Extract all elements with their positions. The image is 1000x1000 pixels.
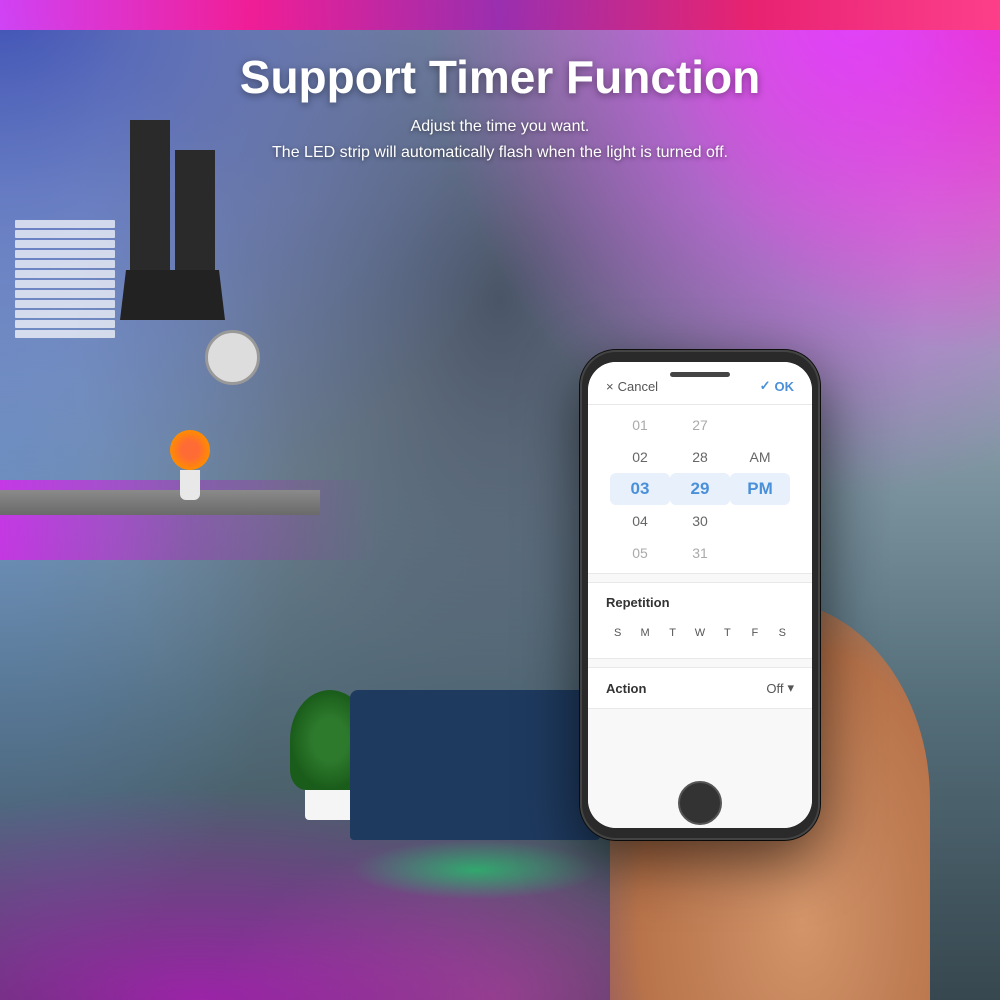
app-header: × Cancel ✓ OK bbox=[588, 362, 812, 405]
phone-speaker bbox=[670, 372, 730, 377]
ampm-item bbox=[730, 537, 790, 569]
blind-slat bbox=[15, 300, 115, 308]
day-friday[interactable]: F bbox=[743, 620, 766, 646]
kitchen-counter bbox=[0, 490, 320, 515]
repetition-section: Repetition S M T W T F S bbox=[588, 582, 812, 659]
day-saturday[interactable]: S bbox=[771, 620, 794, 646]
minute-selected: 29 bbox=[670, 473, 730, 505]
day-thursday[interactable]: T bbox=[716, 620, 739, 646]
hour-item: 02 bbox=[610, 441, 670, 473]
minute-item: 28 bbox=[670, 441, 730, 473]
lamp-shade-right bbox=[165, 270, 225, 320]
blind-slat bbox=[15, 220, 115, 228]
top-text-overlay: Support Timer Function Adjust the time y… bbox=[0, 50, 1000, 165]
flower-decoration bbox=[170, 430, 210, 500]
blind-slat bbox=[15, 290, 115, 298]
time-picker-row: 01 02 03 04 05 27 28 29 30 31 bbox=[588, 409, 812, 569]
app-interface: × Cancel ✓ OK 01 02 03 bbox=[588, 362, 812, 828]
pendant-light-right bbox=[175, 150, 215, 320]
action-chevron-icon: ▾ bbox=[787, 680, 794, 696]
page-title: Support Timer Function bbox=[0, 50, 1000, 104]
phone-mockup: × Cancel ✓ OK 01 02 03 bbox=[560, 320, 900, 1000]
hour-item: 05 bbox=[610, 537, 670, 569]
day-sunday[interactable]: S bbox=[606, 620, 629, 646]
phone-shell: × Cancel ✓ OK 01 02 03 bbox=[580, 350, 820, 840]
action-value-group: Off ▾ bbox=[766, 680, 794, 696]
blind-slat bbox=[15, 280, 115, 288]
subtitle-line1: Adjust the time you want. bbox=[411, 118, 590, 135]
repetition-label: Repetition bbox=[606, 595, 794, 610]
days-row: S M T W T F S bbox=[606, 620, 794, 646]
minutes-column[interactable]: 27 28 29 30 31 bbox=[670, 409, 730, 569]
cancel-icon: × bbox=[606, 379, 614, 394]
blind-slat bbox=[15, 270, 115, 278]
phone-screen: × Cancel ✓ OK 01 02 03 bbox=[588, 362, 812, 828]
hour-item: 01 bbox=[610, 409, 670, 441]
minute-item: 27 bbox=[670, 409, 730, 441]
ampm-column[interactable]: AM PM bbox=[730, 409, 790, 569]
ok-label: OK bbox=[775, 379, 795, 394]
ampm-item bbox=[730, 409, 790, 441]
minute-item: 30 bbox=[670, 505, 730, 537]
minute-item: 31 bbox=[670, 537, 730, 569]
time-picker[interactable]: 01 02 03 04 05 27 28 29 30 31 bbox=[588, 405, 812, 574]
blind-slat bbox=[15, 250, 115, 258]
blind-slat bbox=[15, 320, 115, 328]
cancel-label: Cancel bbox=[618, 379, 658, 394]
flower-vase bbox=[180, 470, 200, 500]
page-subtitle: Adjust the time you want. The LED strip … bbox=[0, 114, 1000, 165]
day-tuesday[interactable]: T bbox=[661, 620, 684, 646]
cancel-button[interactable]: × Cancel bbox=[606, 379, 658, 394]
blind-slat bbox=[15, 260, 115, 268]
hours-column[interactable]: 01 02 03 04 05 bbox=[610, 409, 670, 569]
window-blinds bbox=[15, 220, 115, 370]
ampm-am: AM bbox=[730, 441, 790, 473]
phone-home-button[interactable] bbox=[678, 781, 722, 825]
ampm-item bbox=[730, 505, 790, 537]
flower-bunch bbox=[170, 430, 210, 470]
hour-item: 04 bbox=[610, 505, 670, 537]
blind-slat bbox=[15, 310, 115, 318]
ok-button[interactable]: ✓ OK bbox=[760, 378, 794, 394]
ampm-selected: PM bbox=[730, 473, 790, 505]
day-wednesday[interactable]: W bbox=[688, 620, 711, 646]
action-section[interactable]: Action Off ▾ bbox=[588, 667, 812, 709]
action-value-text: Off bbox=[766, 681, 783, 696]
blind-slat bbox=[15, 330, 115, 338]
blind-slat bbox=[15, 230, 115, 238]
ok-icon: ✓ bbox=[760, 378, 771, 394]
action-label: Action bbox=[606, 681, 646, 696]
subtitle-line2: The LED strip will automatically flash w… bbox=[272, 144, 728, 161]
wall-clock bbox=[205, 330, 260, 385]
hour-selected: 03 bbox=[610, 473, 670, 505]
day-monday[interactable]: M bbox=[633, 620, 656, 646]
blind-slat bbox=[15, 240, 115, 248]
